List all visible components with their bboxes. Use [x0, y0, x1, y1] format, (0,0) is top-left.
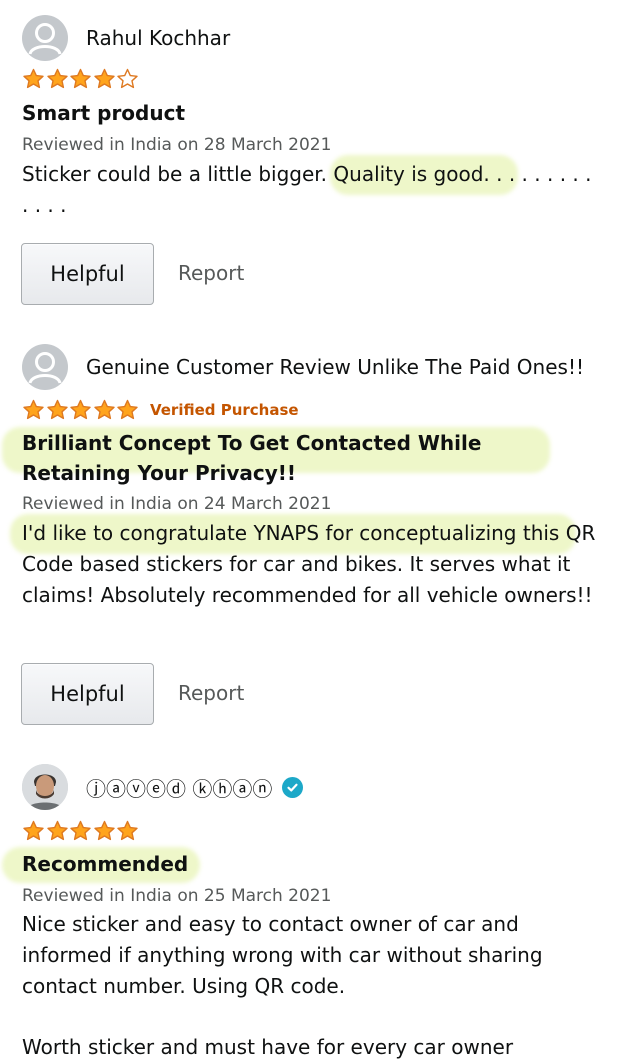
reviewer-profile[interactable]: ⓙⓐⓥⓔⓓ ⓚⓗⓐⓝ — [22, 764, 304, 810]
rating-row — [22, 820, 140, 842]
default-avatar-icon — [22, 344, 68, 390]
star-filled-icon — [70, 820, 91, 841]
review-title[interactable]: Brilliant Concept To Get Contacted While… — [22, 428, 592, 488]
rating-row: Verified Purchase — [22, 399, 299, 421]
reviewer-profile[interactable]: Rahul Kochhar — [22, 15, 230, 61]
review-body: Sticker could be a little bigger. Qualit… — [22, 162, 592, 217]
star-filled-icon — [117, 399, 139, 420]
star-filled-icon — [23, 820, 44, 841]
report-link[interactable]: Report — [178, 681, 244, 705]
star-filled-icon — [94, 68, 115, 89]
helpful-button[interactable]: Helpful — [21, 663, 154, 725]
star-filled-icon — [23, 399, 44, 420]
star-filled-icon — [70, 68, 91, 89]
review-title[interactable]: Smart product — [22, 98, 592, 128]
reviewer-profile[interactable]: Genuine Customer Review Unlike The Paid … — [22, 344, 584, 390]
star-filled-icon — [94, 399, 115, 420]
star-rating[interactable] — [22, 820, 140, 842]
star-empty-icon — [117, 68, 139, 89]
review-date: Reviewed in India on 28 March 2021 — [22, 135, 332, 155]
report-link[interactable]: Report — [178, 261, 244, 285]
review-body: I'd like to congratulate YNAPS for conce… — [22, 521, 596, 607]
star-filled-icon — [94, 820, 115, 841]
review-title[interactable]: Recommended — [22, 849, 592, 879]
star-filled-icon — [46, 399, 68, 420]
reviewer-name: Rahul Kochhar — [86, 26, 231, 50]
star-filled-icon — [46, 820, 68, 841]
review-date: Reviewed in India on 24 March 2021 — [22, 494, 332, 514]
reviewer-name: Genuine Customer Review Unlike The Paid … — [86, 355, 584, 379]
default-avatar-icon — [22, 15, 68, 61]
verified-purchase-badge[interactable]: Verified Purchase — [150, 401, 299, 419]
user-photo-avatar — [22, 764, 68, 810]
review-body: Nice sticker and easy to contact owner o… — [22, 912, 543, 998]
verified-badge-icon — [282, 776, 304, 798]
star-rating[interactable] — [22, 68, 140, 90]
star-filled-icon — [117, 820, 139, 841]
review-body-paragraph-2: Worth sticker and must have for every ca… — [22, 1035, 514, 1059]
star-filled-icon — [23, 68, 44, 89]
helpful-button[interactable]: Helpful — [21, 243, 154, 305]
reviewer-name: ⓙⓐⓥⓔⓓ ⓚⓗⓐⓝ — [86, 776, 273, 801]
star-rating[interactable] — [22, 399, 140, 421]
star-filled-icon — [70, 399, 91, 420]
review-date: Reviewed in India on 25 March 2021 — [22, 886, 332, 906]
star-filled-icon — [46, 68, 68, 89]
rating-row — [22, 68, 140, 90]
